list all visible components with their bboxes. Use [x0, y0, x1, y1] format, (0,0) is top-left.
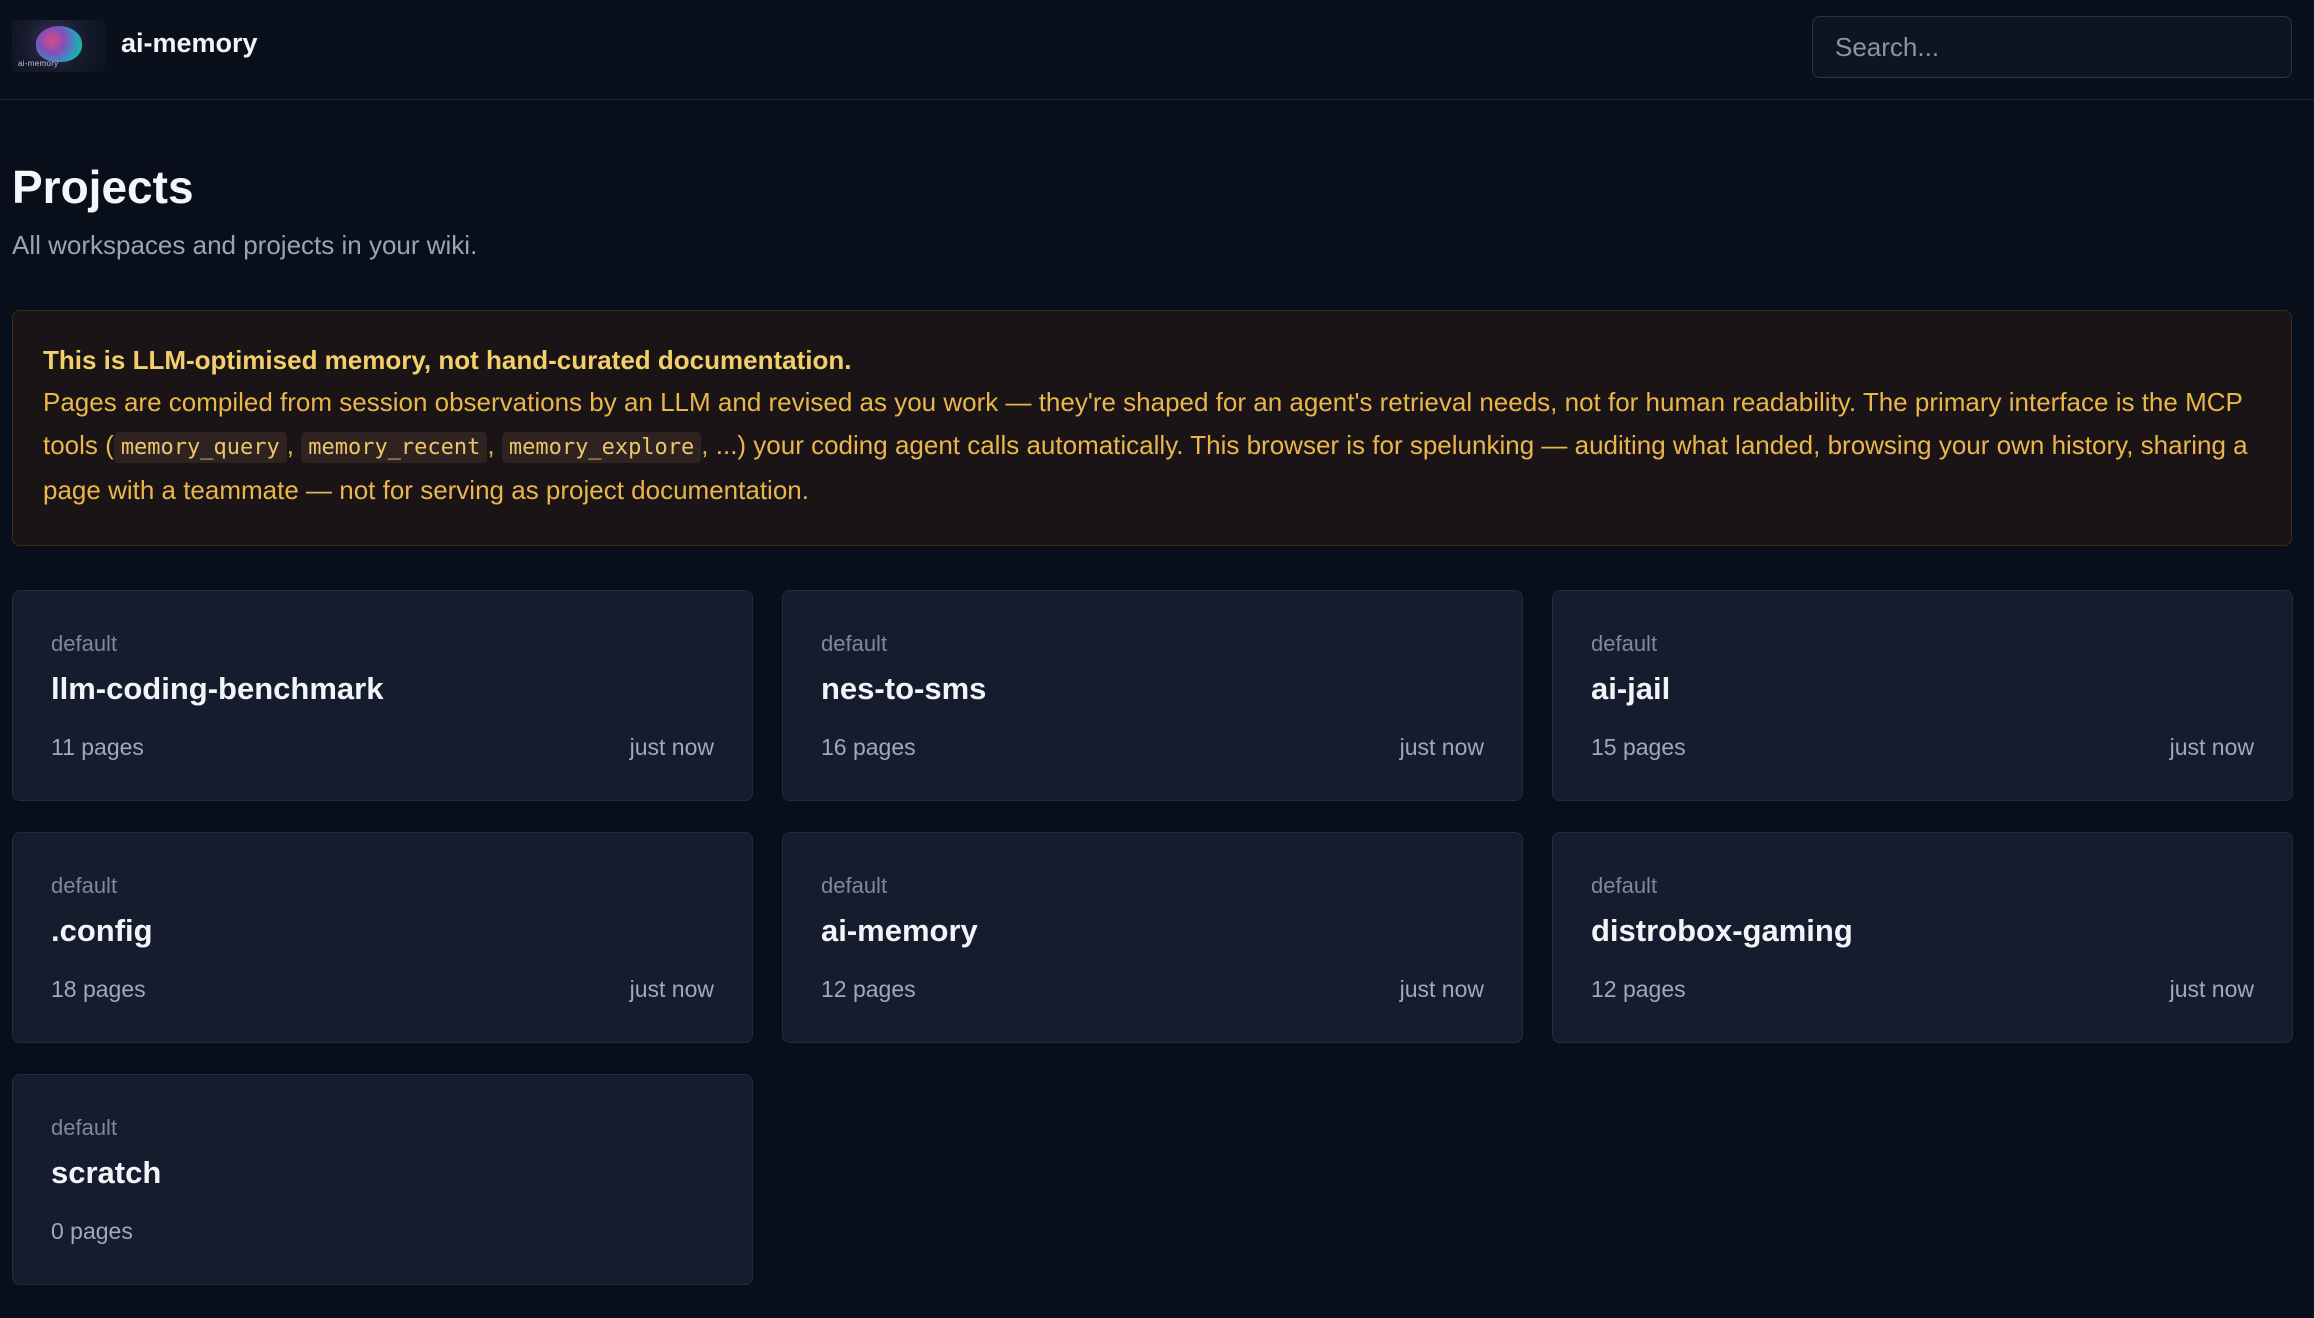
- project-page-count: 16 pages: [821, 734, 916, 760]
- project-page-count: 18 pages: [51, 976, 146, 1002]
- project-name: ai-memory: [821, 913, 978, 948]
- project-workspace: default: [51, 631, 118, 656]
- project-name: scratch: [51, 1155, 162, 1190]
- project-workspace: default: [51, 1115, 118, 1140]
- project-card[interactable]: default nes-to-sms 16 pages just now: [782, 590, 1523, 801]
- brain-icon: [36, 26, 82, 62]
- project-card[interactable]: default ai-memory 12 pages just now: [782, 832, 1523, 1043]
- project-card[interactable]: default ai-jail 15 pages just now: [1552, 590, 2293, 801]
- page-title: Projects: [12, 161, 194, 213]
- project-workspace: default: [821, 631, 888, 656]
- project-page-count: 12 pages: [1591, 976, 1686, 1002]
- project-workspace: default: [821, 873, 888, 898]
- project-updated: just now: [629, 734, 714, 760]
- project-card[interactable]: default scratch 0 pages: [12, 1074, 753, 1285]
- top-bar: ai-memory ai-memory: [0, 0, 2314, 100]
- project-name: .config: [51, 913, 153, 948]
- search-input[interactable]: [1812, 16, 2292, 78]
- notice-separator: ,: [487, 430, 502, 460]
- tool-memory-explore: memory_explore: [501, 432, 702, 463]
- page-subtitle: All workspaces and projects in your wiki…: [12, 230, 478, 260]
- tool-memory-recent: memory_recent: [301, 432, 488, 463]
- logo-text: ai-memory: [18, 59, 59, 68]
- project-card[interactable]: default .config 18 pages just now: [12, 832, 753, 1043]
- project-name: llm-coding-benchmark: [51, 671, 384, 706]
- notice-separator: ,: [286, 430, 302, 460]
- project-name: distrobox-gaming: [1591, 913, 1853, 948]
- project-updated: just now: [2169, 734, 2254, 760]
- project-workspace: default: [1591, 631, 1658, 656]
- brand-name[interactable]: ai-memory: [121, 28, 258, 59]
- project-updated: just now: [629, 976, 714, 1002]
- project-name: nes-to-sms: [821, 671, 987, 706]
- project-workspace: default: [51, 873, 118, 898]
- project-card[interactable]: default distrobox-gaming 12 pages just n…: [1552, 832, 2293, 1043]
- project-page-count: 12 pages: [821, 976, 916, 1002]
- notice-title: This is LLM-optimised memory, not hand-c…: [43, 345, 852, 375]
- llm-memory-notice: This is LLM-optimised memory, not hand-c…: [12, 310, 2292, 546]
- project-page-count: 15 pages: [1591, 734, 1686, 760]
- project-updated: just now: [1399, 734, 1484, 760]
- tool-memory-query: memory_query: [113, 432, 287, 463]
- project-page-count: 11 pages: [51, 734, 144, 760]
- logo[interactable]: ai-memory: [12, 20, 106, 72]
- project-name: ai-jail: [1591, 671, 1671, 706]
- project-updated: just now: [1399, 976, 1484, 1002]
- project-page-count: 0 pages: [51, 1218, 133, 1244]
- project-grid: default llm-coding-benchmark 11 pages ju…: [12, 590, 2293, 1285]
- project-updated: just now: [2169, 976, 2254, 1002]
- project-workspace: default: [1591, 873, 1658, 898]
- project-card[interactable]: default llm-coding-benchmark 11 pages ju…: [12, 590, 753, 801]
